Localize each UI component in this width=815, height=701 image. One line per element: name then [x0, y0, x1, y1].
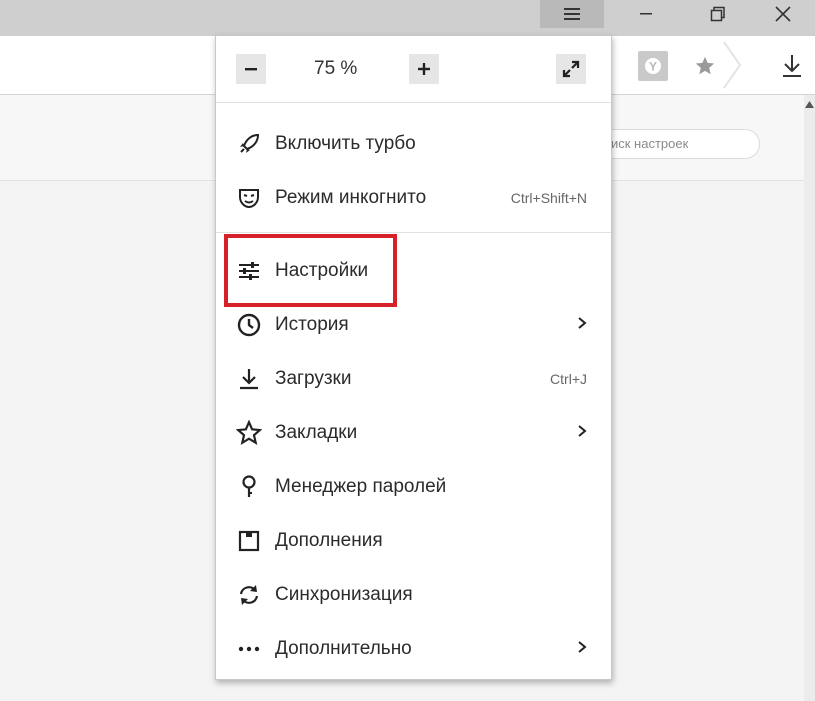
menu-item-label: Менеджер паролей — [275, 476, 447, 497]
sync-icon — [236, 582, 262, 608]
settings-highlight-frame — [224, 234, 397, 307]
zoom-level: 75 % — [314, 58, 358, 79]
extensions-icon — [236, 528, 262, 554]
incognito-mask-icon — [236, 185, 262, 211]
menu-separator — [216, 232, 611, 233]
hamburger-icon — [564, 8, 580, 20]
menu-item-shortcut: Ctrl+Shift+N — [510, 190, 587, 206]
yandex-shield-button[interactable]: Y — [638, 51, 668, 81]
plus-icon — [418, 63, 430, 75]
address-bar-divider — [722, 40, 744, 90]
settings-search-input[interactable]: иск настроек — [596, 129, 760, 159]
restore-icon — [710, 6, 725, 22]
minus-icon — [245, 68, 257, 71]
yandex-shield-icon: Y — [645, 58, 661, 74]
minimize-icon — [640, 13, 652, 15]
chevron-right-icon — [577, 316, 587, 335]
menu-item-label: Синхронизация — [275, 584, 413, 605]
menu-item-password-manager[interactable]: Менеджер паролей — [216, 460, 611, 514]
browser-main-menu: 75 % Включить турбо Режим инкогнито Ctrl… — [215, 35, 612, 680]
scroll-up-arrow-icon[interactable] — [804, 99, 815, 111]
menu-item-bookmarks[interactable]: Закладки — [216, 406, 611, 460]
close-button[interactable] — [751, 0, 815, 28]
fullscreen-icon — [562, 60, 580, 78]
fullscreen-button[interactable] — [556, 54, 586, 84]
menu-item-label: Режим инкогнито — [275, 187, 427, 208]
menu-separator — [216, 102, 611, 103]
browser-menu-button[interactable] — [540, 0, 604, 28]
restore-button[interactable] — [686, 0, 750, 28]
more-dots-icon — [236, 636, 262, 662]
svg-text:Y: Y — [649, 60, 657, 74]
menu-item-label: Включить турбо — [275, 133, 416, 154]
menu-item-label: Дополнения — [275, 530, 383, 551]
downloads-button[interactable] — [776, 50, 808, 82]
zoom-out-button[interactable] — [236, 54, 266, 84]
menu-item-label: История — [275, 314, 349, 335]
chevron-right-icon — [577, 640, 587, 659]
page-scrollbar[interactable] — [804, 95, 815, 701]
chevron-right-icon — [577, 424, 587, 443]
close-icon — [775, 6, 791, 22]
menu-item-turbo[interactable]: Включить турбо — [216, 117, 611, 171]
bookmark-star-button[interactable] — [690, 51, 720, 81]
menu-item-extensions[interactable]: Дополнения — [216, 514, 611, 568]
download-icon — [236, 366, 262, 392]
menu-item-label: Закладки — [275, 422, 358, 443]
menu-item-label: Загрузки — [275, 368, 352, 389]
zoom-in-button[interactable] — [409, 54, 439, 84]
key-icon — [236, 474, 262, 500]
menu-item-label: Дополнительно — [275, 638, 412, 659]
menu-item-shortcut: Ctrl+J — [550, 371, 587, 387]
menu-item-sync[interactable]: Синхронизация — [216, 568, 611, 622]
star-icon — [695, 56, 715, 75]
clock-icon — [236, 312, 262, 338]
menu-item-incognito[interactable]: Режим инкогнито Ctrl+Shift+N — [216, 171, 611, 225]
menu-item-more[interactable]: Дополнительно — [216, 622, 611, 676]
star-outline-icon — [236, 420, 262, 446]
rocket-icon — [236, 131, 262, 157]
menu-item-downloads[interactable]: Загрузки Ctrl+J — [216, 352, 611, 406]
download-icon — [783, 55, 801, 77]
minimize-button[interactable] — [614, 0, 678, 28]
